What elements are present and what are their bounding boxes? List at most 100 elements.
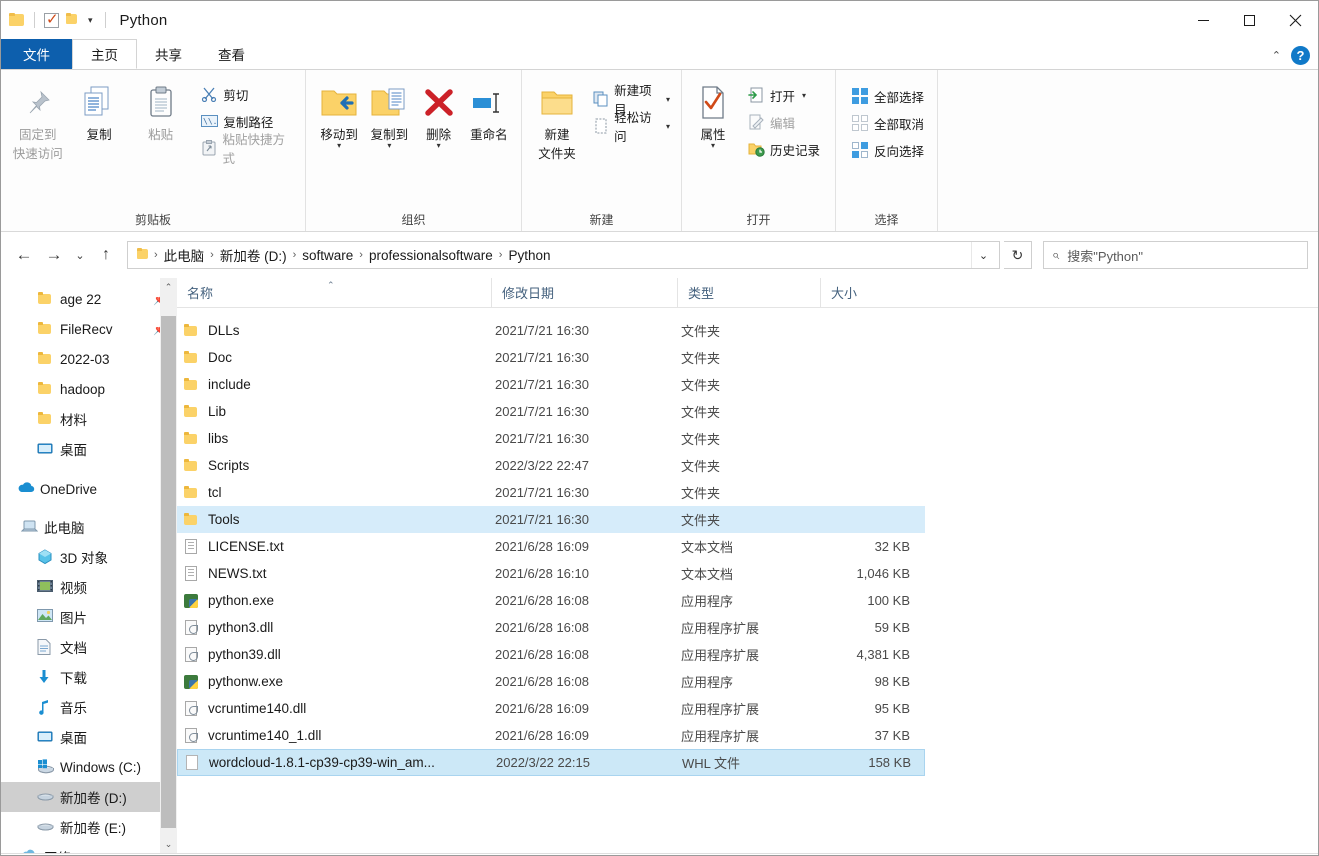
breadcrumb-item-drive-d[interactable]: 新加卷 (D:): [216, 245, 291, 265]
sidebar-item-network[interactable]: 网络: [1, 842, 177, 853]
forward-button[interactable]: →: [41, 242, 67, 268]
sidebar-item-documents[interactable]: 文档: [1, 632, 177, 662]
close-button[interactable]: [1272, 1, 1318, 39]
column-header-size[interactable]: 大小: [820, 277, 924, 308]
minimize-button[interactable]: [1180, 1, 1226, 39]
select-none-button[interactable]: 全部取消: [846, 110, 929, 136]
breadcrumb-item-software[interactable]: software: [298, 248, 357, 263]
pin-to-quick-access-button[interactable]: 固定到 快速访问: [7, 78, 68, 163]
scroll-up-icon[interactable]: ⌃: [160, 278, 177, 296]
collapse-ribbon-button[interactable]: ⌃: [1272, 49, 1281, 62]
help-button[interactable]: ?: [1291, 46, 1310, 65]
table-row[interactable]: LICENSE.txt 2021/6/28 16:09 文本文档 32 KB: [177, 533, 925, 560]
history-button[interactable]: 历史记录: [742, 136, 825, 162]
tab-view[interactable]: 查看: [200, 39, 263, 69]
chevron-down-icon[interactable]: ▾: [802, 91, 806, 100]
recent-locations-button[interactable]: ⌄: [71, 242, 89, 268]
breadcrumb-bar[interactable]: › 此电脑 › 新加卷 (D:) › software › profession…: [127, 241, 1000, 269]
sidebar-item-onedrive[interactable]: OneDrive: [1, 474, 177, 504]
tab-share[interactable]: 共享: [137, 39, 200, 69]
breadcrumb-separator[interactable]: ›: [153, 249, 159, 261]
sidebar-item-downloads[interactable]: 下载: [1, 662, 177, 692]
table-row[interactable]: vcruntime140.dll 2021/6/28 16:09 应用程序扩展 …: [177, 695, 925, 722]
paste-shortcut-button[interactable]: 粘贴快捷方式: [195, 133, 299, 166]
sidebar-item-pictures[interactable]: 图片: [1, 602, 177, 632]
breadcrumb-separator[interactable]: ›: [358, 249, 364, 261]
breadcrumb-item-python[interactable]: Python: [504, 248, 554, 263]
chevron-down-icon[interactable]: ▾: [666, 122, 670, 131]
tab-file[interactable]: 文件: [1, 39, 72, 69]
table-row[interactable]: include 2021/7/21 16:30 文件夹: [177, 371, 925, 398]
sidebar-item-windows-c[interactable]: Windows (C:): [1, 752, 177, 782]
chevron-down-icon[interactable]: ▾: [337, 142, 341, 150]
breadcrumb-separator[interactable]: ›: [209, 249, 215, 261]
table-row[interactable]: tcl 2021/7/21 16:30 文件夹: [177, 479, 925, 506]
table-row[interactable]: python3.dll 2021/6/28 16:08 应用程序扩展 59 KB: [177, 614, 925, 641]
rename-button[interactable]: 重命名: [463, 78, 515, 143]
navigation-scrollbar[interactable]: ⌃ ⌄: [160, 278, 177, 853]
breadcrumb-item-this-pc[interactable]: 此电脑: [160, 245, 209, 265]
table-row[interactable]: libs 2021/7/21 16:30 文件夹: [177, 425, 925, 452]
table-row[interactable]: Doc 2021/7/21 16:30 文件夹: [177, 344, 925, 371]
table-row[interactable]: Tools 2021/7/21 16:30 文件夹: [177, 506, 925, 533]
scrollbar-thumb[interactable]: [161, 316, 176, 828]
paste-button[interactable]: 粘贴: [130, 78, 191, 143]
sidebar-item-3d-objects[interactable]: 3D 对象: [1, 542, 177, 572]
move-to-button[interactable]: 移动到 ▾: [314, 78, 364, 150]
table-row[interactable]: Lib 2021/7/21 16:30 文件夹: [177, 398, 925, 425]
open-button[interactable]: 打开 ▾: [742, 82, 825, 108]
sidebar-item-drive-e[interactable]: 新加卷 (E:): [1, 812, 177, 842]
table-row[interactable]: wordcloud-1.8.1-cp39-cp39-win_am... 2022…: [177, 749, 925, 776]
breadcrumb-item-professionalsoftware[interactable]: professionalsoftware: [365, 248, 497, 263]
properties-button[interactable]: 属性 ▾: [690, 78, 736, 150]
maximize-button[interactable]: [1226, 1, 1272, 39]
delete-button[interactable]: 删除 ▾: [415, 78, 463, 150]
table-row[interactable]: python.exe 2021/6/28 16:08 应用程序 100 KB: [177, 587, 925, 614]
copy-to-button[interactable]: 复制到 ▾: [364, 78, 414, 150]
table-row[interactable]: vcruntime140_1.dll 2021/6/28 16:09 应用程序扩…: [177, 722, 925, 749]
chevron-down-icon[interactable]: ▾: [387, 142, 391, 150]
invert-selection-button[interactable]: 反向选择: [846, 137, 929, 163]
folder-icon[interactable]: [9, 13, 25, 27]
new-folder-button[interactable]: 新建 文件夹: [532, 78, 582, 163]
breadcrumb-dropdown-button[interactable]: ⌄: [971, 242, 995, 268]
copy-button[interactable]: 复制: [68, 78, 129, 143]
table-row[interactable]: DLLs 2021/7/21 16:30 文件夹: [177, 317, 925, 344]
sidebar-item-drive-d[interactable]: 新加卷 (D:): [1, 782, 177, 812]
column-header-type[interactable]: 类型: [677, 277, 820, 308]
sidebar-item-videos[interactable]: 视频: [1, 572, 177, 602]
checkbox-icon[interactable]: [44, 10, 59, 28]
table-row[interactable]: pythonw.exe 2021/6/28 16:08 应用程序 98 KB: [177, 668, 925, 695]
up-button[interactable]: ↑: [93, 242, 119, 268]
sidebar-item-desktop-2[interactable]: 桌面: [1, 722, 177, 752]
chevron-down-icon[interactable]: ▾: [437, 142, 441, 150]
cut-button[interactable]: 剪切: [195, 81, 299, 107]
refresh-button[interactable]: ↻: [1004, 241, 1032, 269]
edit-button[interactable]: 编辑: [742, 109, 825, 135]
breadcrumb-separator[interactable]: ›: [292, 249, 298, 261]
table-row[interactable]: Scripts 2022/3/22 22:47 文件夹: [177, 452, 925, 479]
sidebar-item-desktop[interactable]: 桌面: [1, 434, 177, 464]
tab-home[interactable]: 主页: [72, 39, 137, 69]
sidebar-item-music[interactable]: 音乐: [1, 692, 177, 722]
chevron-down-icon[interactable]: ▾: [711, 142, 715, 150]
search-input[interactable]: 搜索"Python": [1067, 246, 1143, 265]
easy-access-button[interactable]: 轻松访问 ▾: [588, 111, 675, 144]
chevron-down-icon[interactable]: ▾: [666, 95, 670, 104]
sidebar-item-age-22[interactable]: age 22 📌: [1, 284, 177, 314]
table-row[interactable]: NEWS.txt 2021/6/28 16:10 文本文档 1,046 KB: [177, 560, 925, 587]
chevron-down-icon[interactable]: ▾: [85, 15, 96, 25]
sidebar-item-this-pc[interactable]: 此电脑: [1, 512, 177, 542]
select-all-button[interactable]: 全部选择: [846, 83, 929, 109]
folder-icon[interactable]: [64, 13, 80, 27]
sidebar-item-2022-03[interactable]: 2022-03: [1, 344, 177, 374]
sidebar-item-materials[interactable]: 材料: [1, 404, 177, 434]
search-box[interactable]: ⌕ 搜索"Python": [1043, 241, 1308, 269]
breadcrumb-separator[interactable]: ›: [498, 249, 504, 261]
table-row[interactable]: python39.dll 2021/6/28 16:08 应用程序扩展 4,38…: [177, 641, 925, 668]
sidebar-item-hadoop[interactable]: hadoop: [1, 374, 177, 404]
sidebar-item-filerecv[interactable]: FileRecv 📌: [1, 314, 177, 344]
column-header-date[interactable]: 修改日期: [491, 277, 677, 308]
back-button[interactable]: ←: [11, 242, 37, 268]
column-header-name[interactable]: 名称 ⌃: [177, 278, 491, 308]
